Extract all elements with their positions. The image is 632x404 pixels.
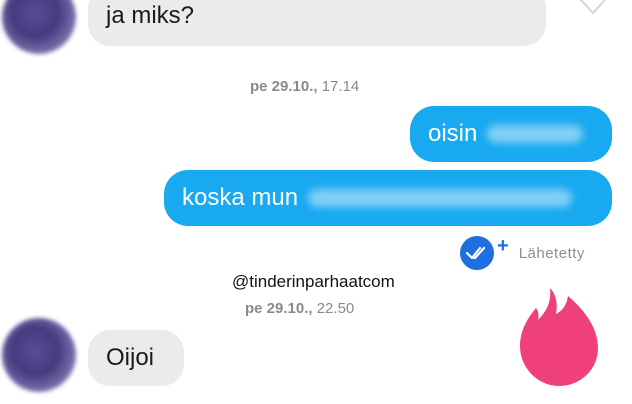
- incoming-message[interactable]: ja miks?: [88, 0, 546, 46]
- timestamp-time: 17.14: [321, 78, 360, 95]
- heart-icon[interactable]: [578, 0, 608, 16]
- message-status: + Lähetetty: [460, 234, 585, 270]
- outgoing-message[interactable]: oisin: [410, 106, 612, 162]
- plus-icon: +: [497, 234, 509, 257]
- status-label: Lähetetty: [518, 244, 585, 262]
- redacted-text: [487, 125, 584, 143]
- timestamp-date: pe 29.10.,: [250, 78, 318, 95]
- double-check-icon: [460, 236, 494, 270]
- message-text: ja miks?: [106, 2, 195, 29]
- incoming-message[interactable]: Oijoi: [88, 330, 184, 386]
- redacted-text: [308, 189, 573, 207]
- avatar[interactable]: [2, 0, 76, 54]
- watermark: @tinderinparhaatcom: [232, 272, 395, 291]
- timestamp: pe 29.10., 17.14: [250, 78, 359, 95]
- message-text: Oijoi: [106, 344, 155, 371]
- message-text: oisin: [428, 120, 478, 147]
- avatar[interactable]: [2, 318, 76, 392]
- timestamp-date: pe 29.10.,: [245, 300, 313, 317]
- message-text: koska mun: [182, 184, 299, 211]
- timestamp: pe 29.10., 22.50: [245, 300, 354, 317]
- tinder-flame-icon: [520, 288, 598, 386]
- timestamp-time: 22.50: [316, 300, 355, 317]
- outgoing-message[interactable]: koska mun: [164, 170, 612, 226]
